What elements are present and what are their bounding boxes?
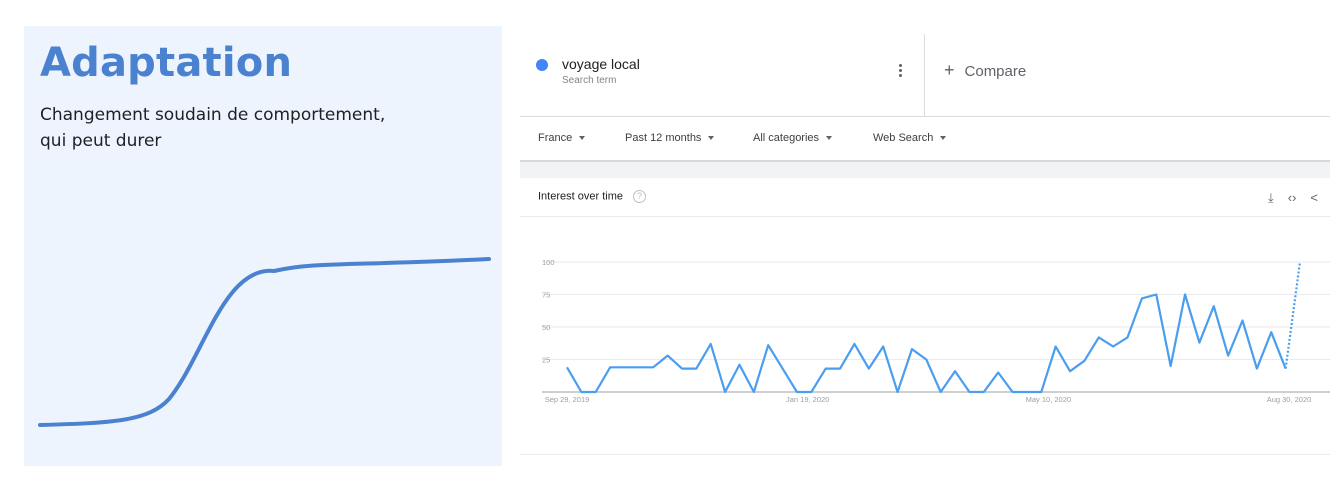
x-tick-label: Aug 30, 2020	[1267, 395, 1312, 404]
adaptation-curve	[38, 257, 491, 427]
series-line	[566, 293, 1287, 394]
interest-over-time-chart: 100 75 50 25 Sep 29, 2019 Jan 19, 2020 May 10,…	[542, 258, 1330, 404]
x-tick-label: Sep 29, 2019	[545, 395, 590, 404]
partial-data-segment	[1284, 261, 1302, 369]
trends-panel: voyage local Search term + Compare France…	[520, 30, 1330, 460]
y-tick-label: 100	[542, 258, 555, 267]
y-tick-label: 50	[542, 323, 550, 332]
slide-panel: Adaptation Changement soudain de comport…	[24, 26, 502, 466]
divider	[520, 454, 1330, 455]
x-tick-label: May 10, 2020	[1026, 395, 1071, 404]
y-tick-label: 75	[542, 291, 550, 300]
y-tick-label: 25	[542, 356, 550, 365]
x-tick-label: Jan 19, 2020	[786, 395, 829, 404]
